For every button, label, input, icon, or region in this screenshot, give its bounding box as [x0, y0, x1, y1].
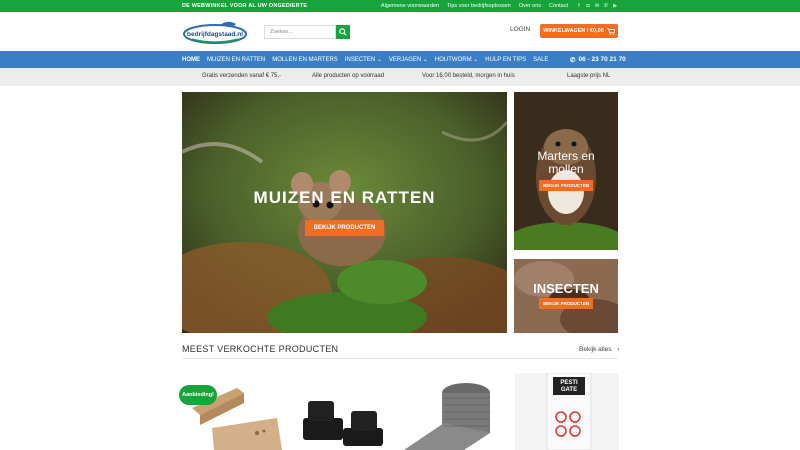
email-icon[interactable]: ✉	[594, 3, 600, 9]
chevron-down-icon: ⌄	[422, 57, 428, 63]
main-nav: HOME MUIZEN EN RATTEN MOLLEN EN MARTERS …	[0, 51, 800, 68]
link-contact[interactable]: Contact	[549, 3, 568, 9]
youtube-icon[interactable]: ▶	[612, 3, 618, 9]
mouse-photo	[182, 92, 507, 333]
facebook-icon[interactable]: f	[576, 3, 582, 9]
section-divider	[182, 358, 618, 359]
link-about[interactable]: Over ons	[519, 3, 541, 9]
usp-delivery: Voor 16.00 besteld, morgen in huis	[422, 73, 515, 79]
search-icon	[339, 27, 347, 36]
usp-shipping: Gratis verzenden vanaf € 75,-	[202, 73, 282, 79]
snap-trap-image	[293, 373, 397, 450]
bestsellers-title: MEEST VERKOCHTE PRODUCTEN	[182, 344, 339, 354]
product-card-4[interactable]: PESTI GATE	[515, 373, 619, 450]
search-button[interactable]	[336, 24, 350, 39]
usp-bar: Gratis verzenden vanaf € 75,- Alle produ…	[0, 68, 800, 86]
usp-price: Laagste prijs NL	[567, 73, 611, 79]
nav-insects[interactable]: INSECTEN ⌄	[345, 56, 382, 63]
nav-woodworm[interactable]: HOUTWORM ⌄	[435, 56, 478, 63]
cart-button[interactable]: WINKELWAGEN / €0,00	[540, 24, 618, 38]
insects-title: INSECTEN	[533, 281, 599, 296]
nav-sale[interactable]: SALE	[533, 57, 548, 63]
nav-insects-label: INSECTEN	[344, 57, 376, 63]
hero-title: MUIZEN EN RATTEN	[253, 188, 436, 207]
nav-repel[interactable]: VERJAGEN ⌄	[389, 56, 428, 63]
usp-stock: Alle producten op voorraad	[312, 73, 385, 79]
martens-title-line2: mollen	[548, 162, 584, 176]
nav-moles-martens[interactable]: MOLLEN EN MARTERS	[272, 57, 338, 63]
search-form: Zoeken...	[264, 24, 350, 39]
chevron-down-icon: ⌄	[473, 57, 479, 63]
nav-woodworm-label: HOUTWORM	[434, 57, 472, 63]
see-all-label: Bekijk alles	[579, 346, 612, 353]
link-tips[interactable]: Tips voor bedrijfsoplossen	[447, 3, 511, 9]
social-icons: f ◘ ✉ ✆ ▶	[576, 3, 618, 9]
cart-label: WINKELWAGEN / €0,00	[543, 28, 604, 34]
phone-number: 06 - 23 70 21 70	[578, 56, 626, 63]
insects-button[interactable]: BEKIJK PRODUCTEN	[539, 298, 593, 309]
mesh-roll-image	[404, 373, 508, 450]
insect-photo	[514, 259, 618, 333]
insects-banner[interactable]: INSECTEN BEKIJK PRODUCTEN	[514, 259, 618, 333]
nav-home[interactable]: HOME	[182, 57, 200, 63]
product-card-3[interactable]	[404, 373, 508, 450]
nav-repel-label: VERJAGEN	[388, 57, 422, 63]
login-link[interactable]: LOGIN	[510, 26, 530, 33]
nav-mice-rats[interactable]: MUIZEN EN RATTEN	[207, 57, 265, 63]
martens-button[interactable]: BEKIJK PRODUCTEN	[539, 180, 593, 191]
product-card-2[interactable]	[293, 373, 397, 450]
hero-button[interactable]: BEKIJK PRODUCTEN	[305, 220, 384, 236]
top-links: Algemene voorwaarden Tips voor bedrijfso…	[381, 3, 618, 9]
tagline: DE WEBWINKEL VOOR AL UW ONGEDIERTE	[182, 3, 308, 9]
nav-help[interactable]: HULP EN TIPS	[485, 57, 526, 63]
pestigate-brand: PESTI GATE	[560, 380, 578, 393]
chevron-down-icon: ⌄	[376, 57, 382, 63]
logo[interactable]: bedrijfdagstaad.nl	[182, 19, 248, 45]
top-bar: DE WEBWINKEL VOOR AL UW ONGEDIERTE Algem…	[0, 0, 800, 12]
martens-title: Marters en mollen	[514, 150, 618, 176]
phone-icon[interactable]: ✆	[603, 3, 609, 9]
svg-text:bedrijfdagstaad.nl: bedrijfdagstaad.nl	[187, 31, 243, 38]
sale-badge: Aanbieding!	[179, 385, 217, 405]
phone-link[interactable]: ✆ 06 - 23 70 21 70	[570, 56, 626, 64]
search-input[interactable]: Zoeken...	[264, 24, 336, 39]
header: bedrijfdagstaad.nl Zoeken... LOGIN WINKE…	[0, 12, 800, 51]
phone-icon: ✆	[570, 56, 576, 64]
cart-icon	[606, 27, 615, 35]
link-terms[interactable]: Algemene voorwaarden	[381, 3, 439, 9]
see-all-link[interactable]: Bekijk alles ›	[579, 346, 620, 353]
martens-banner[interactable]: Marters en mollen BEKIJK PRODUCTEN	[514, 92, 618, 250]
instagram-icon[interactable]: ◘	[585, 3, 591, 9]
hero-banner[interactable]: MUIZEN EN RATTEN BEKIJK PRODUCTEN	[182, 92, 507, 333]
chevron-right-icon: ›	[617, 346, 620, 353]
